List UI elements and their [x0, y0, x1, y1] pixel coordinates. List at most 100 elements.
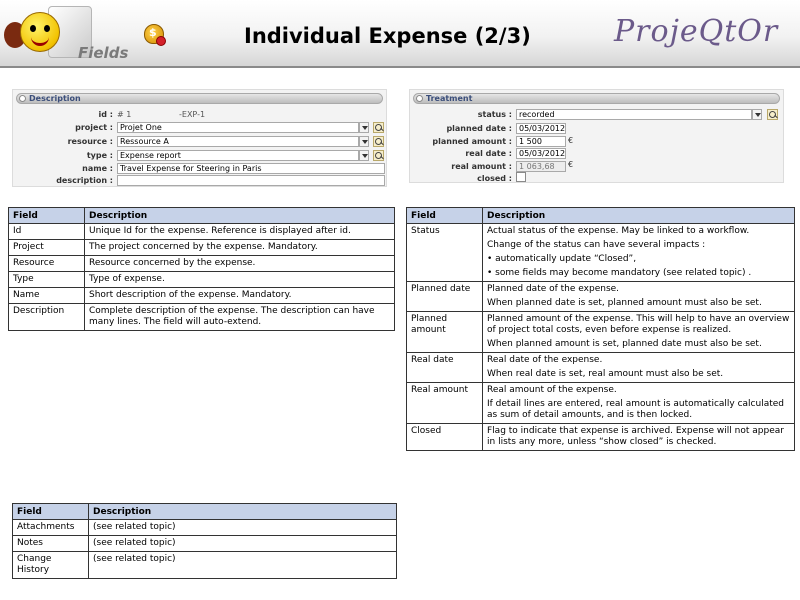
- column-header-field: Field: [406, 207, 483, 224]
- field-name-cell: Closed: [406, 423, 483, 451]
- description-line: Complete description of the expense. The…: [89, 306, 375, 327]
- table-row: Type Type of expense.: [8, 271, 395, 288]
- table-row: Attachments (see related topic): [12, 519, 397, 536]
- field-name-cell: Resource: [8, 255, 85, 272]
- planned-date-label: planned date :: [446, 124, 512, 133]
- status-select[interactable]: recorded: [516, 109, 752, 120]
- id-label: id :: [98, 110, 113, 119]
- column-header-field: Field: [12, 503, 89, 520]
- table-row: Planned amount Planned amount of the expe…: [406, 311, 795, 353]
- field-description-cell: Short description of the expense. Mandat…: [84, 287, 395, 304]
- table-row: Description Complete description of the e…: [8, 303, 395, 331]
- column-header-field: Field: [8, 207, 85, 224]
- closed-checkbox[interactable]: [516, 172, 526, 182]
- type-search-icon[interactable]: [373, 150, 384, 161]
- description-line: (see related topic): [93, 522, 176, 532]
- fields-table-treatment: Field Description Status Actual status of…: [406, 207, 795, 451]
- column-header-description: Description: [482, 207, 795, 224]
- project-dropdown-arrow-icon[interactable]: [359, 122, 369, 133]
- description-line: • some fields may become mandatory (see …: [487, 268, 752, 278]
- table-row: Change History (see related topic): [12, 551, 397, 579]
- resource-label: resource :: [67, 137, 113, 146]
- description-line: Real amount of the expense.: [487, 385, 617, 395]
- field-name-cell: Planned amount: [406, 311, 483, 353]
- field-name-cell: Change History: [12, 551, 89, 579]
- table-row: Real amount Real amount of the expense. If…: [406, 382, 795, 424]
- field-name-cell: Description: [8, 303, 85, 331]
- field-description-cell: (see related topic): [88, 551, 397, 579]
- name-label: name :: [82, 164, 113, 173]
- field-description-cell: The project concerned by the expense. Ma…: [84, 239, 395, 256]
- status-search-icon[interactable]: [767, 109, 778, 120]
- table-header-row: Field Description: [12, 503, 397, 520]
- treatment-panel-header[interactable]: Treatment: [413, 93, 780, 104]
- field-name-cell: Project: [8, 239, 85, 256]
- description-line: (see related topic): [93, 538, 176, 548]
- smiley-icon: [20, 12, 60, 52]
- field-name-cell: Real date: [406, 352, 483, 383]
- table-header-row: Field Description: [8, 207, 395, 224]
- description-line: (see related topic): [93, 554, 176, 564]
- description-line: Change of the status can have several im…: [487, 240, 706, 250]
- project-select[interactable]: Projet One: [117, 122, 359, 133]
- project-search-icon[interactable]: [373, 122, 384, 133]
- table-row: Planned date Planned date of the expense.…: [406, 281, 795, 312]
- resource-select[interactable]: Ressource A: [117, 136, 359, 147]
- description-line: The project concerned by the expense. Ma…: [89, 242, 318, 252]
- description-line: • automatically update “Closed”,: [487, 254, 637, 264]
- table-row: Project The project concerned by the expe…: [8, 239, 395, 256]
- description-line: Unique Id for the expense. Reference is …: [89, 226, 351, 236]
- name-input[interactable]: Travel Expense for Steering in Paris: [117, 163, 385, 174]
- id-reference: -EXP-1: [179, 110, 206, 119]
- field-description-cell: Resource concerned by the expense.: [84, 255, 395, 272]
- money-bag-icon: $: [140, 18, 168, 48]
- status-dropdown-arrow-icon[interactable]: [752, 109, 762, 120]
- column-header-description: Description: [88, 503, 397, 520]
- field-description-cell: Real date of the expense. When real date …: [482, 352, 795, 383]
- resource-dropdown-arrow-icon[interactable]: [359, 136, 369, 147]
- table-row: Real date Real date of the expense. When r…: [406, 352, 795, 383]
- description-input[interactable]: [117, 175, 385, 186]
- description-line: Planned date of the expense.: [487, 284, 620, 294]
- status-label: status :: [477, 110, 512, 119]
- collapse-toggle-icon[interactable]: [19, 95, 26, 102]
- field-name-cell: Id: [8, 223, 85, 240]
- description-line: Real date of the expense.: [487, 355, 603, 365]
- description-line: When real date is set, real amount must …: [487, 369, 724, 379]
- id-value: # 1: [117, 110, 132, 119]
- description-line: Type of expense.: [89, 274, 165, 284]
- planned-date-input[interactable]: 05/03/2012: [516, 123, 566, 134]
- table-row: Notes (see related topic): [12, 535, 397, 552]
- field-description-cell: Unique Id for the expense. Reference is …: [84, 223, 395, 240]
- field-description-cell: Planned date of the expense. When planned…: [482, 281, 795, 312]
- planned-amount-currency: €: [568, 136, 574, 145]
- resource-search-icon[interactable]: [373, 136, 384, 147]
- fields-table-sections: Field Description Attachments (see relate…: [12, 503, 397, 579]
- real-date-input[interactable]: 05/03/2012: [516, 148, 566, 159]
- type-dropdown-arrow-icon[interactable]: [359, 150, 369, 161]
- field-name-cell: Attachments: [12, 519, 89, 536]
- fields-logo: Fields: [4, 2, 134, 64]
- field-description-cell: Actual status of the expense. May be lin…: [482, 223, 795, 282]
- collapse-toggle-icon[interactable]: [416, 95, 423, 102]
- description-line: Short description of the expense. Mandat…: [89, 290, 292, 300]
- column-header-description: Description: [84, 207, 395, 224]
- description-panel: Description id : # 1 -EXP-1 project : Pr…: [12, 89, 387, 187]
- field-description-cell: Type of expense.: [84, 271, 395, 288]
- field-description-cell: (see related topic): [88, 535, 397, 552]
- table-row: Resource Resource concerned by the expens…: [8, 255, 395, 272]
- description-panel-header[interactable]: Description: [16, 93, 383, 104]
- field-name-cell: Planned date: [406, 281, 483, 312]
- real-amount-currency: €: [568, 160, 574, 169]
- description-line: When planned date is set, planned amount…: [487, 298, 762, 308]
- type-select[interactable]: Expense report: [117, 150, 359, 161]
- description-line: Actual status of the expense. May be lin…: [487, 226, 750, 236]
- real-amount-input[interactable]: 1 063,68: [516, 161, 566, 172]
- field-name-cell: Status: [406, 223, 483, 282]
- field-description-cell: Real amount of the expense. If detail lin…: [482, 382, 795, 424]
- table-row: Name Short description of the expense. Ma…: [8, 287, 395, 304]
- description-line: If detail lines are entered, real amount…: [487, 399, 785, 420]
- field-description-cell: Flag to indicate that expense is archive…: [482, 423, 795, 451]
- field-name-cell: Notes: [12, 535, 89, 552]
- planned-amount-input[interactable]: 1 500: [516, 136, 566, 147]
